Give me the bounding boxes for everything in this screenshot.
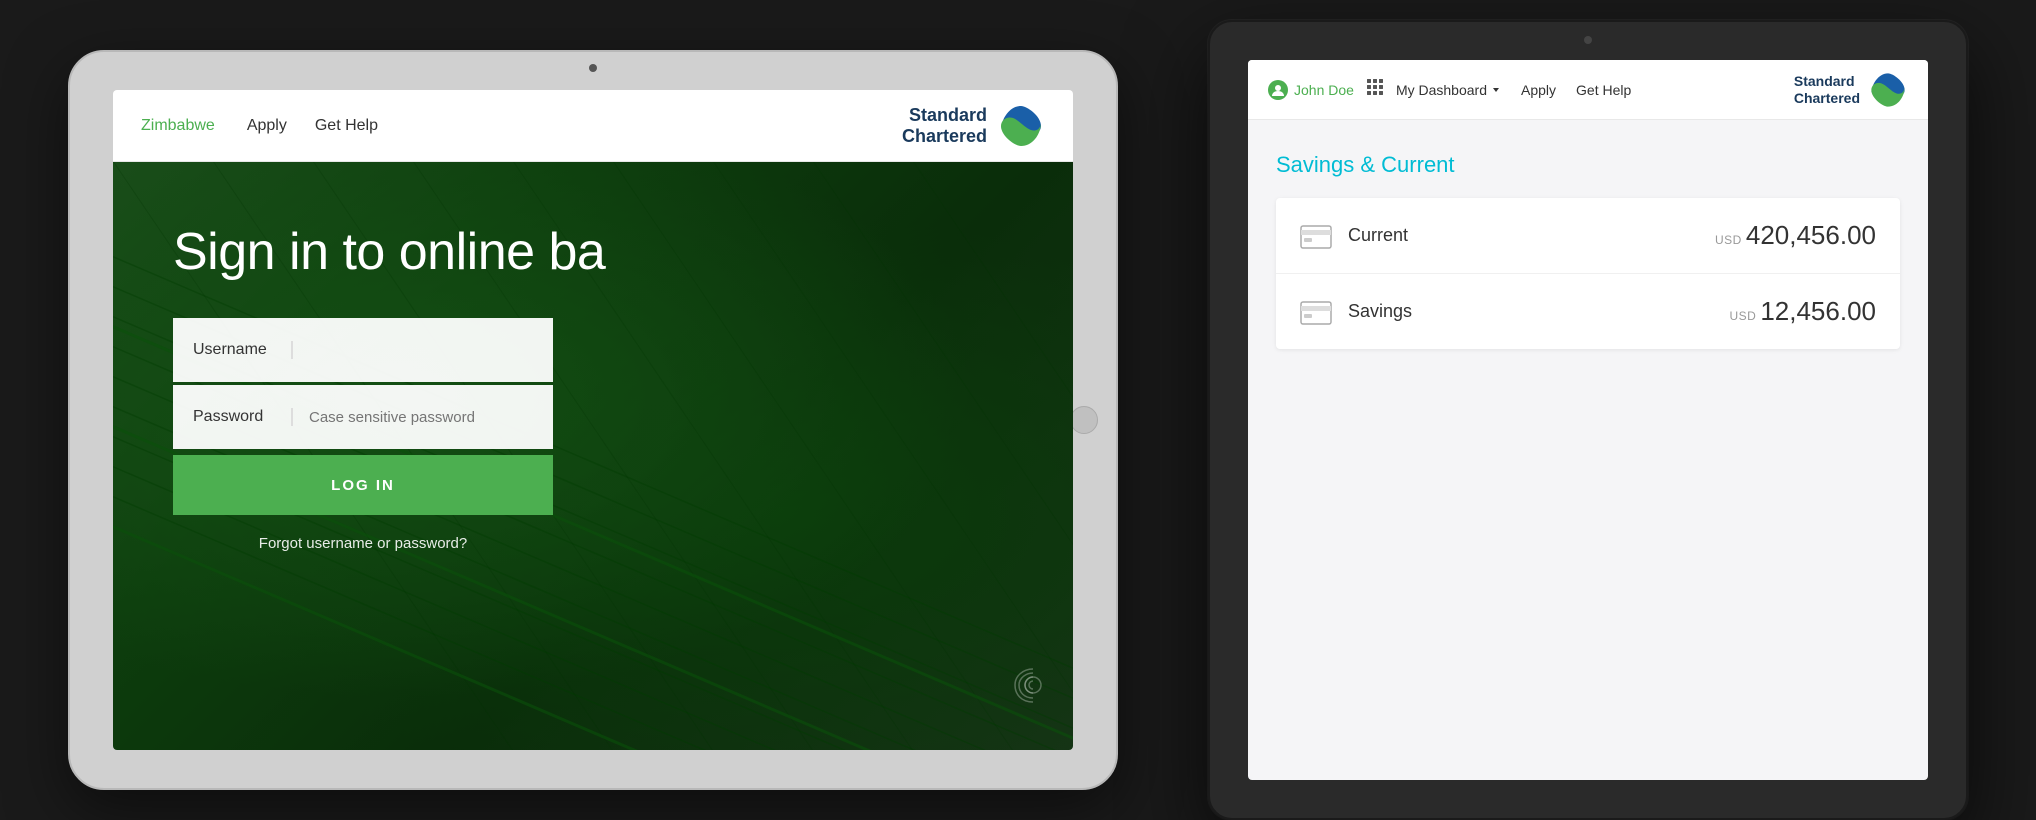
user-name: John Doe	[1294, 82, 1354, 98]
sc-logo-text-front: Standard Chartered	[1794, 73, 1860, 107]
grid-icon[interactable]	[1366, 78, 1384, 101]
back-navbar: Zimbabwe Apply Get Help Standard Charter…	[113, 90, 1073, 162]
password-input[interactable]	[293, 409, 553, 426]
location-label[interactable]: Zimbabwe	[141, 117, 215, 135]
tablet-back-home-button[interactable]	[1070, 406, 1098, 434]
dashboard-label: My Dashboard	[1396, 82, 1487, 98]
username-label: Username	[173, 341, 293, 359]
password-label: Password	[173, 408, 293, 426]
get-help-link-front[interactable]: Get Help	[1576, 82, 1631, 98]
apply-link-front[interactable]: Apply	[1521, 82, 1556, 98]
sc-logo-text-back: Standard Chartered	[902, 105, 987, 146]
user-avatar-icon	[1268, 80, 1288, 100]
front-navbar: John Doe My D	[1248, 60, 1928, 120]
current-account-name: Current	[1348, 225, 1715, 246]
hero-content: Sign in to online ba Username Password L…	[113, 162, 1073, 592]
current-amount: 420,456.00	[1746, 220, 1876, 251]
sc-logo-icon-front	[1868, 70, 1908, 110]
section-title: Savings & Current	[1276, 152, 1900, 178]
user-info[interactable]: John Doe	[1268, 80, 1354, 100]
tablet-back-camera	[589, 64, 597, 72]
sc-logo-back: Standard Chartered	[902, 102, 1045, 150]
tablet-front-camera	[1584, 36, 1592, 44]
current-account-balance: USD 420,456.00	[1715, 220, 1876, 251]
back-navbar-logo: Standard Chartered	[902, 102, 1045, 150]
apply-link-back[interactable]: Apply	[247, 117, 287, 135]
login-form: Username Password LOG IN Forgot username…	[173, 318, 553, 552]
fingerprint-icon	[1013, 665, 1053, 710]
back-tablet-screen: Zimbabwe Apply Get Help Standard Charter…	[113, 90, 1073, 750]
current-account-icon	[1300, 222, 1332, 250]
front-tablet: John Doe My D	[1208, 20, 1968, 820]
get-help-link-back[interactable]: Get Help	[315, 117, 378, 135]
dashboard-menu[interactable]: My Dashboard	[1396, 82, 1501, 98]
savings-account-balance: USD 12,456.00	[1729, 296, 1876, 327]
current-currency: USD	[1715, 233, 1742, 247]
back-tablet: Zimbabwe Apply Get Help Standard Charter…	[68, 50, 1118, 790]
account-item-current[interactable]: Current USD 420,456.00	[1276, 198, 1900, 274]
savings-amount: 12,456.00	[1760, 296, 1876, 327]
password-field-container: Password	[173, 385, 553, 449]
accounts-list: Current USD 420,456.00 Saving	[1276, 198, 1900, 349]
back-hero: Sign in to online ba Username Password L…	[113, 162, 1073, 750]
login-button[interactable]: LOG IN	[173, 455, 553, 515]
account-item-savings[interactable]: Savings USD 12,456.00	[1276, 274, 1900, 349]
savings-account-name: Savings	[1348, 301, 1729, 322]
front-navbar-logo: Standard Chartered	[1794, 70, 1908, 110]
username-field-container: Username	[173, 318, 553, 382]
front-content: Savings & Current Current USD 420,456.00	[1248, 120, 1928, 780]
hero-title: Sign in to online ba	[173, 222, 1013, 282]
scene: Zimbabwe Apply Get Help Standard Charter…	[68, 20, 1968, 800]
forgot-link[interactable]: Forgot username or password?	[173, 535, 553, 552]
front-tablet-screen: John Doe My D	[1248, 60, 1928, 780]
savings-account-icon	[1300, 298, 1332, 326]
savings-currency: USD	[1729, 309, 1756, 323]
sc-logo-icon-back	[997, 102, 1045, 150]
username-input[interactable]	[293, 342, 553, 359]
